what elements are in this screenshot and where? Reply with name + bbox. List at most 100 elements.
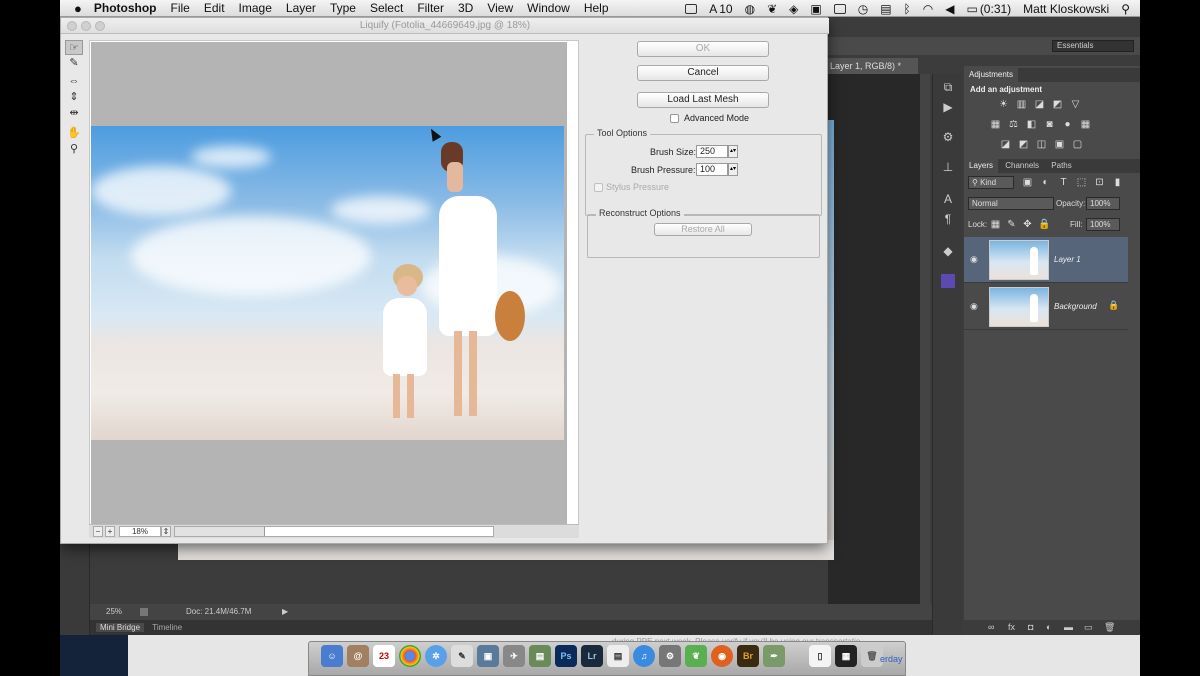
pucker-tool-icon[interactable]: ⇔ bbox=[65, 74, 83, 89]
properties-icon[interactable]: ⊥ bbox=[941, 160, 955, 174]
tab-adjustments[interactable]: Adjustments bbox=[964, 68, 1019, 82]
menu-filter[interactable]: Filter bbox=[417, 1, 444, 15]
gradient-map-icon[interactable]: ▣ bbox=[1054, 139, 1065, 150]
liquify-title-bar[interactable]: Liquify (Fotolia_44669649.jpg @ 18%) bbox=[61, 18, 829, 34]
history-icon[interactable]: ⧉ bbox=[941, 80, 955, 94]
canvas-vertical-scrollbar[interactable] bbox=[920, 74, 930, 604]
menu-3d[interactable]: 3D bbox=[458, 1, 473, 15]
status-arrow-icon[interactable]: ▶ bbox=[282, 604, 288, 620]
preview-icon[interactable]: ✎ bbox=[451, 645, 473, 667]
tab-channels[interactable]: Channels bbox=[1000, 159, 1044, 173]
posterize-icon[interactable]: ◩ bbox=[1018, 139, 1029, 150]
fx-icon[interactable]: fx bbox=[1008, 622, 1015, 632]
cancel-button[interactable]: Cancel bbox=[637, 65, 769, 81]
bloat-tool-icon[interactable]: ⇕ bbox=[65, 90, 83, 105]
tab-layers[interactable]: Layers bbox=[964, 159, 999, 173]
opacity-field[interactable]: 100% bbox=[1086, 197, 1120, 210]
visibility-eye-icon[interactable]: ◉ bbox=[970, 254, 978, 265]
brush-size-stepper[interactable]: ▴▾ bbox=[728, 145, 738, 158]
menu-file[interactable]: File bbox=[171, 1, 190, 15]
user-name[interactable]: Matt Kloskowski bbox=[1023, 2, 1109, 16]
close-icon[interactable] bbox=[67, 21, 77, 31]
menu-window[interactable]: Window bbox=[527, 1, 570, 15]
address-book-icon[interactable]: @ bbox=[347, 645, 369, 667]
brush-size-field[interactable]: 250 bbox=[696, 145, 728, 158]
forward-warp-tool-icon[interactable]: ☞ bbox=[65, 40, 83, 55]
new-group-icon[interactable]: ▬ bbox=[1064, 622, 1073, 632]
visibility-eye-icon[interactable]: ◉ bbox=[970, 301, 978, 312]
menu-edit[interactable]: Edit bbox=[204, 1, 225, 15]
push-left-tool-icon[interactable]: ⇹ bbox=[65, 106, 83, 121]
filter-type-icon[interactable]: T bbox=[1058, 177, 1069, 188]
zoom-tool-icon[interactable]: ⚲ bbox=[65, 142, 83, 157]
bluetooth-icon[interactable]: ᛒ bbox=[904, 2, 911, 16]
textedit-icon[interactable]: ▤ bbox=[607, 645, 629, 667]
lock-all-icon[interactable]: 🔒 bbox=[1038, 219, 1050, 230]
brush-pressure-field[interactable]: 100 bbox=[696, 163, 728, 176]
restore-all-button[interactable]: Restore All bbox=[654, 223, 752, 236]
menu-help[interactable]: Help bbox=[584, 1, 609, 15]
blend-mode-select[interactable]: Normal bbox=[968, 197, 1054, 210]
zoom-out-icon[interactable]: − bbox=[93, 526, 103, 537]
color-lookup-icon[interactable]: ▦ bbox=[1080, 119, 1091, 130]
camera-icon[interactable] bbox=[685, 3, 698, 14]
zoom-dropdown-icon[interactable]: ⇕ bbox=[161, 526, 171, 537]
wifi-icon[interactable]: ◠ bbox=[923, 2, 933, 16]
layer-row-layer-1[interactable]: ◉ Layer 1 bbox=[964, 237, 1128, 283]
selective-color-icon[interactable]: ▢ bbox=[1072, 139, 1083, 150]
zoom-field[interactable]: 18% bbox=[119, 526, 161, 537]
evernote-status-icon[interactable]: ❦ bbox=[767, 2, 777, 16]
exposure-icon[interactable]: ◩ bbox=[1052, 99, 1063, 110]
bridge-icon[interactable]: Br bbox=[737, 645, 759, 667]
character-icon[interactable]: A bbox=[941, 192, 955, 206]
stylus-pressure-checkbox[interactable] bbox=[594, 183, 603, 192]
fill-field[interactable]: 100% bbox=[1086, 218, 1120, 231]
swatch-icon[interactable] bbox=[941, 274, 955, 288]
adjustment-layer-icon[interactable]: ◐ bbox=[1046, 622, 1051, 632]
iphoto-icon[interactable]: ▣ bbox=[477, 645, 499, 667]
filter-pixel-icon[interactable]: ▣ bbox=[1022, 177, 1033, 188]
app-store-icon[interactable]: ▤ bbox=[529, 645, 551, 667]
minimize-icon[interactable] bbox=[81, 21, 91, 31]
status-zoom[interactable]: 25% bbox=[106, 604, 122, 620]
filter-smart-icon[interactable]: ⊡ bbox=[1094, 177, 1105, 188]
itunes-icon[interactable]: ♫ bbox=[633, 645, 655, 667]
speaker-icon[interactable]: ◀ bbox=[945, 2, 954, 16]
channel-mixer-icon[interactable]: ● bbox=[1062, 119, 1073, 130]
3d-icon[interactable]: ◆ bbox=[941, 244, 955, 258]
finder-icon[interactable]: ☺ bbox=[321, 645, 343, 667]
advanced-mode-checkbox[interactable] bbox=[670, 114, 679, 123]
calendar-icon[interactable]: 23 bbox=[373, 645, 395, 667]
filter-toggle-icon[interactable]: ▮ bbox=[1112, 177, 1123, 188]
hand-tool-icon[interactable]: ✋ bbox=[65, 126, 83, 141]
paragraph-icon[interactable]: ¶ bbox=[941, 212, 955, 226]
lock-image-icon[interactable]: ✎ bbox=[1006, 219, 1017, 230]
battery-icon[interactable]: ▭ bbox=[966, 2, 977, 16]
photo-filter-icon[interactable]: ◙ bbox=[1044, 119, 1055, 130]
lightroom-icon[interactable]: Lr bbox=[581, 645, 603, 667]
filter-adjustment-icon[interactable]: ◐ bbox=[1040, 177, 1051, 188]
adobe-icon[interactable]: A bbox=[709, 2, 717, 16]
layer-mask-icon[interactable]: ◘ bbox=[1028, 622, 1033, 632]
hue-saturation-icon[interactable]: ▦ bbox=[990, 119, 1001, 130]
menu-select[interactable]: Select bbox=[370, 1, 403, 15]
filter-shape-icon[interactable]: ⬚ bbox=[1076, 177, 1087, 188]
dropbox-icon[interactable]: ◈ bbox=[789, 2, 798, 16]
layer-filter-kind[interactable]: ⚲ Kind bbox=[968, 176, 1014, 189]
pen-icon[interactable]: ✒ bbox=[763, 645, 785, 667]
chrome-icon[interactable] bbox=[399, 645, 421, 667]
spotlight-search-icon[interactable]: ⚲ bbox=[1121, 2, 1130, 16]
black-white-icon[interactable]: ◧ bbox=[1026, 119, 1037, 130]
migration-icon[interactable]: ✈ bbox=[503, 645, 525, 667]
flag-icon[interactable]: ▣ bbox=[810, 2, 821, 16]
system-prefs-icon[interactable]: ⚙ bbox=[659, 645, 681, 667]
menu-type[interactable]: Type bbox=[330, 1, 356, 15]
apple-menu-icon[interactable]: ● bbox=[74, 1, 82, 16]
tab-mini-bridge[interactable]: Mini Bridge bbox=[96, 623, 145, 632]
safari-icon[interactable]: ✲ bbox=[425, 645, 447, 667]
time-machine-icon[interactable]: ◷ bbox=[858, 2, 868, 16]
brightness-icon[interactable]: ☀ bbox=[998, 99, 1009, 110]
terminal-icon[interactable]: ▦ bbox=[835, 645, 857, 667]
tab-timeline[interactable]: Timeline bbox=[152, 623, 182, 632]
lock-transparent-icon[interactable]: ▦ bbox=[990, 219, 1001, 230]
